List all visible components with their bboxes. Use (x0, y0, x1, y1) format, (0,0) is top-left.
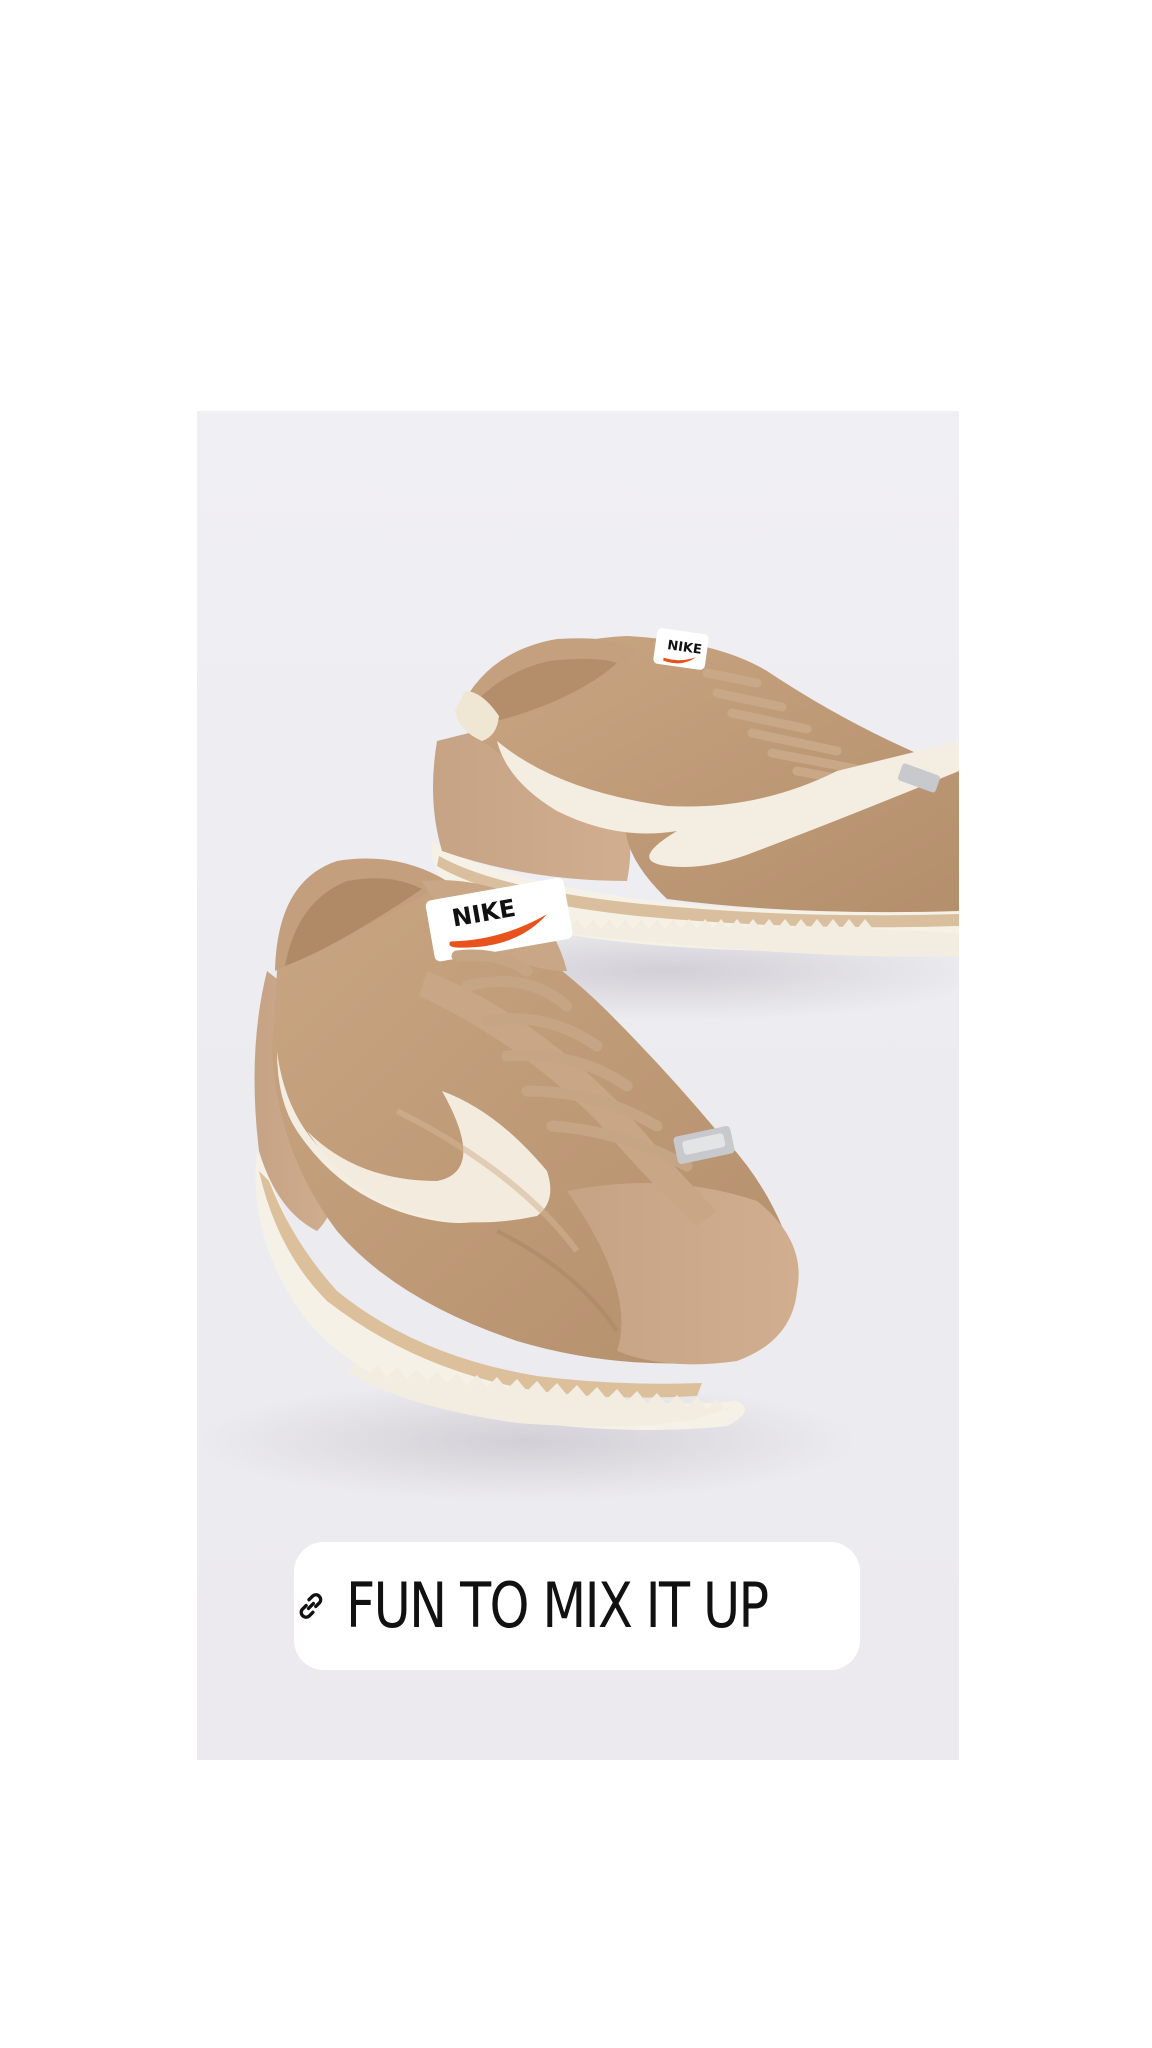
link-sticker[interactable]: FUN TO MIX IT UP (294, 1542, 860, 1670)
link-icon (299, 1593, 323, 1619)
story-frame: NIKE NIKE FUN TO MIX IT UP (0, 0, 1152, 2048)
link-sticker-label: FUN TO MIX IT UP (345, 1569, 769, 1642)
